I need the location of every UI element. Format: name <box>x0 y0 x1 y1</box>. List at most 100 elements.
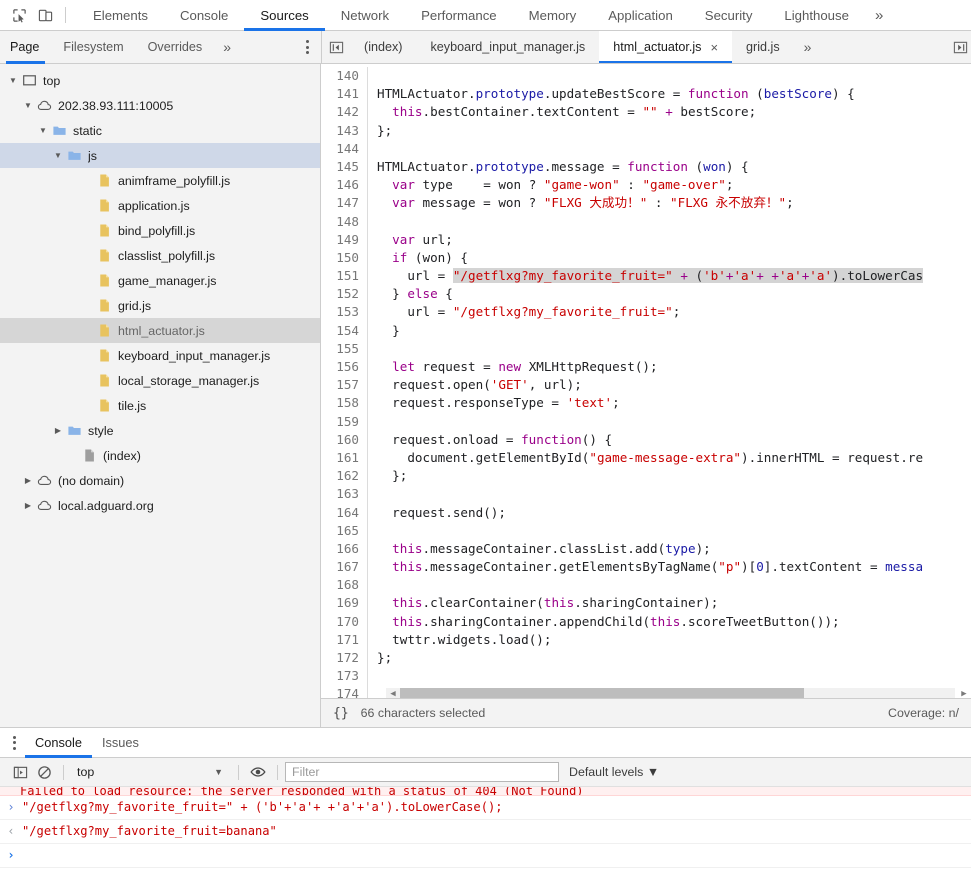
close-icon[interactable]: × <box>710 41 718 54</box>
code-line[interactable]: 156 let request = new XMLHttpRequest(); <box>321 358 971 377</box>
navigator-tab-overrides[interactable]: Overrides <box>136 31 215 63</box>
tree-item[interactable]: game_manager.js <box>0 268 320 293</box>
code-line[interactable]: 167 this.messageContainer.getElementsByT… <box>321 558 971 577</box>
console-output[interactable]: Failed to load resource: the server resp… <box>0 787 971 875</box>
tree-item[interactable]: static <box>0 118 320 143</box>
navigator-more-options-icon[interactable] <box>294 31 321 63</box>
code-line[interactable]: 162 }; <box>321 467 971 486</box>
console-sidebar-icon[interactable] <box>8 761 32 783</box>
chevron-down-icon[interactable] <box>36 126 50 135</box>
code-line[interactable]: 145 HTMLActuator.prototype.message = func… <box>321 157 971 177</box>
tree-item[interactable]: animframe_polyfill.js <box>0 168 320 193</box>
editor-tab-keyboard_input_manager-js[interactable]: keyboard_input_manager.js <box>417 31 600 63</box>
code-line[interactable]: 168 <box>321 576 971 595</box>
console-message-prompt[interactable]: › <box>0 844 971 868</box>
main-tab-memory[interactable]: Memory <box>513 0 593 30</box>
tree-item[interactable]: bind_polyfill.js <box>0 218 320 243</box>
tree-item[interactable]: tile.js <box>0 393 320 418</box>
tree-item[interactable]: keyboard_input_manager.js <box>0 343 320 368</box>
chevron-down-icon[interactable] <box>51 151 65 160</box>
code-line[interactable]: 169 this.clearContainer(this.sharingCont… <box>321 594 971 613</box>
code-line[interactable]: 158 request.responseType = 'text'; <box>321 394 971 413</box>
editor-tabs-back-icon[interactable] <box>322 31 350 63</box>
scrollbar-thumb[interactable] <box>400 688 804 698</box>
chevron-down-icon[interactable] <box>6 76 20 85</box>
main-tab-elements[interactable]: Elements <box>77 0 164 30</box>
tree-item[interactable]: grid.js <box>0 293 320 318</box>
main-tab-sources[interactable]: Sources <box>244 0 326 31</box>
console-log-levels-select[interactable]: Default levels ▼ <box>569 765 659 779</box>
chevron-right-icon[interactable] <box>21 501 35 510</box>
code-line[interactable]: 149 var url; <box>321 230 971 249</box>
code-line[interactable]: 154 } <box>321 321 971 340</box>
code-line[interactable]: 155 <box>321 339 971 358</box>
tree-item[interactable]: classlist_polyfill.js <box>0 243 320 268</box>
main-tab-network[interactable]: Network <box>325 0 405 30</box>
file-navigator-tree[interactable]: top 202.38.93.111:10005 static js animframe_… <box>0 64 321 727</box>
pretty-print-icon[interactable]: {} <box>333 706 349 721</box>
device-toolbar-icon[interactable] <box>32 2 58 28</box>
editor-tabs-overflow-icon[interactable]: » <box>794 31 822 63</box>
code-line[interactable]: 157 request.open('GET', url); <box>321 376 971 395</box>
code-line[interactable]: 173 <box>321 667 971 686</box>
tree-item[interactable]: local_storage_manager.js <box>0 368 320 393</box>
editor-tabs-forward-icon[interactable] <box>949 31 971 63</box>
code-line[interactable]: 170 this.sharingContainer.appendChild(th… <box>321 612 971 631</box>
code-view[interactable]: 140 141 HTMLActuator.prototype.updateBestS… <box>321 64 971 698</box>
code-line[interactable]: 166 this.messageContainer.classList.add(… <box>321 539 971 559</box>
code-line[interactable]: 171 twttr.widgets.load(); <box>321 630 971 649</box>
chevron-right-icon[interactable] <box>21 476 35 485</box>
console-message-error[interactable]: Failed to load resource: the server resp… <box>0 787 971 796</box>
live-expression-icon[interactable] <box>246 761 270 783</box>
tree-item[interactable]: style <box>0 418 320 443</box>
tree-item[interactable]: top <box>0 68 320 93</box>
code-line[interactable]: 153 url = "/getflxg?my_favorite_fruit="; <box>321 303 971 322</box>
main-tab-lighthouse[interactable]: Lighthouse <box>768 0 865 30</box>
tree-item[interactable]: (no domain) <box>0 468 320 493</box>
code-line[interactable]: 163 <box>321 485 971 504</box>
main-tab-application[interactable]: Application <box>592 0 689 30</box>
code-line[interactable]: 147 var message = won ? "FLXG 大成功！" : "F… <box>321 194 971 213</box>
code-line[interactable]: 174 ◀ ▶ <box>321 685 971 698</box>
code-line[interactable]: 141 HTMLActuator.prototype.updateBestScor… <box>321 85 971 104</box>
editor-tab-index[interactable]: (index) <box>350 31 417 63</box>
code-line[interactable]: 142 this.bestContainer.textContent = "" … <box>321 103 971 122</box>
code-line[interactable]: 161 document.getElementById("game-messag… <box>321 448 971 468</box>
console-message-input[interactable]: › "/getflxg?my_favorite_fruit=" + ('b'+'a… <box>0 796 971 820</box>
code-line[interactable]: 159 <box>321 412 971 431</box>
clear-console-icon[interactable] <box>32 761 56 783</box>
console-filter-input[interactable]: Filter <box>285 762 559 782</box>
code-line[interactable]: 160 request.onload = function() { <box>321 430 971 449</box>
main-tab-performance[interactable]: Performance <box>405 0 513 30</box>
code-line[interactable]: 148 <box>321 212 971 231</box>
navigator-tabs-overflow-icon[interactable]: » <box>214 31 240 63</box>
code-line[interactable]: 143}; <box>321 121 971 140</box>
code-line[interactable]: 144 <box>321 139 971 158</box>
tree-item[interactable]: local.adguard.org <box>0 493 320 518</box>
main-tabs-overflow-icon[interactable]: » <box>865 0 893 30</box>
scroll-left-icon[interactable]: ◀ <box>386 685 400 698</box>
code-line[interactable]: 172}; <box>321 649 971 668</box>
inspect-element-icon[interactable] <box>6 2 32 28</box>
tree-item[interactable]: 202.38.93.111:10005 <box>0 93 320 118</box>
chevron-down-icon[interactable] <box>21 101 35 110</box>
console-context-select[interactable]: top ▼ <box>71 765 231 779</box>
editor-tab-grid-js[interactable]: grid.js <box>732 31 794 63</box>
code-line[interactable]: 152 } else { <box>321 285 971 304</box>
code-line[interactable]: 165 <box>321 521 971 540</box>
navigator-tab-page[interactable]: Page <box>0 31 51 64</box>
navigator-tab-filesystem[interactable]: Filesystem <box>51 31 135 63</box>
tree-item[interactable]: (index) <box>0 443 320 468</box>
horizontal-scrollbar[interactable]: ◀ <box>386 685 955 698</box>
tree-item[interactable]: js <box>0 143 320 168</box>
drawer-more-options-icon[interactable] <box>0 728 25 757</box>
code-line[interactable]: 140 <box>321 67 971 86</box>
console-message-output[interactable]: ‹ "/getflxg?my_favorite_fruit=banana" <box>0 820 971 844</box>
code-line[interactable]: 151 url = "/getflxg?my_favorite_fruit=" … <box>321 267 971 286</box>
drawer-tab-console[interactable]: Console <box>25 728 92 758</box>
chevron-right-icon[interactable] <box>51 426 65 435</box>
main-tab-security[interactable]: Security <box>689 0 769 30</box>
tree-item[interactable]: html_actuator.js <box>0 318 320 343</box>
main-tab-console[interactable]: Console <box>164 0 244 30</box>
tree-item[interactable]: application.js <box>0 193 320 218</box>
